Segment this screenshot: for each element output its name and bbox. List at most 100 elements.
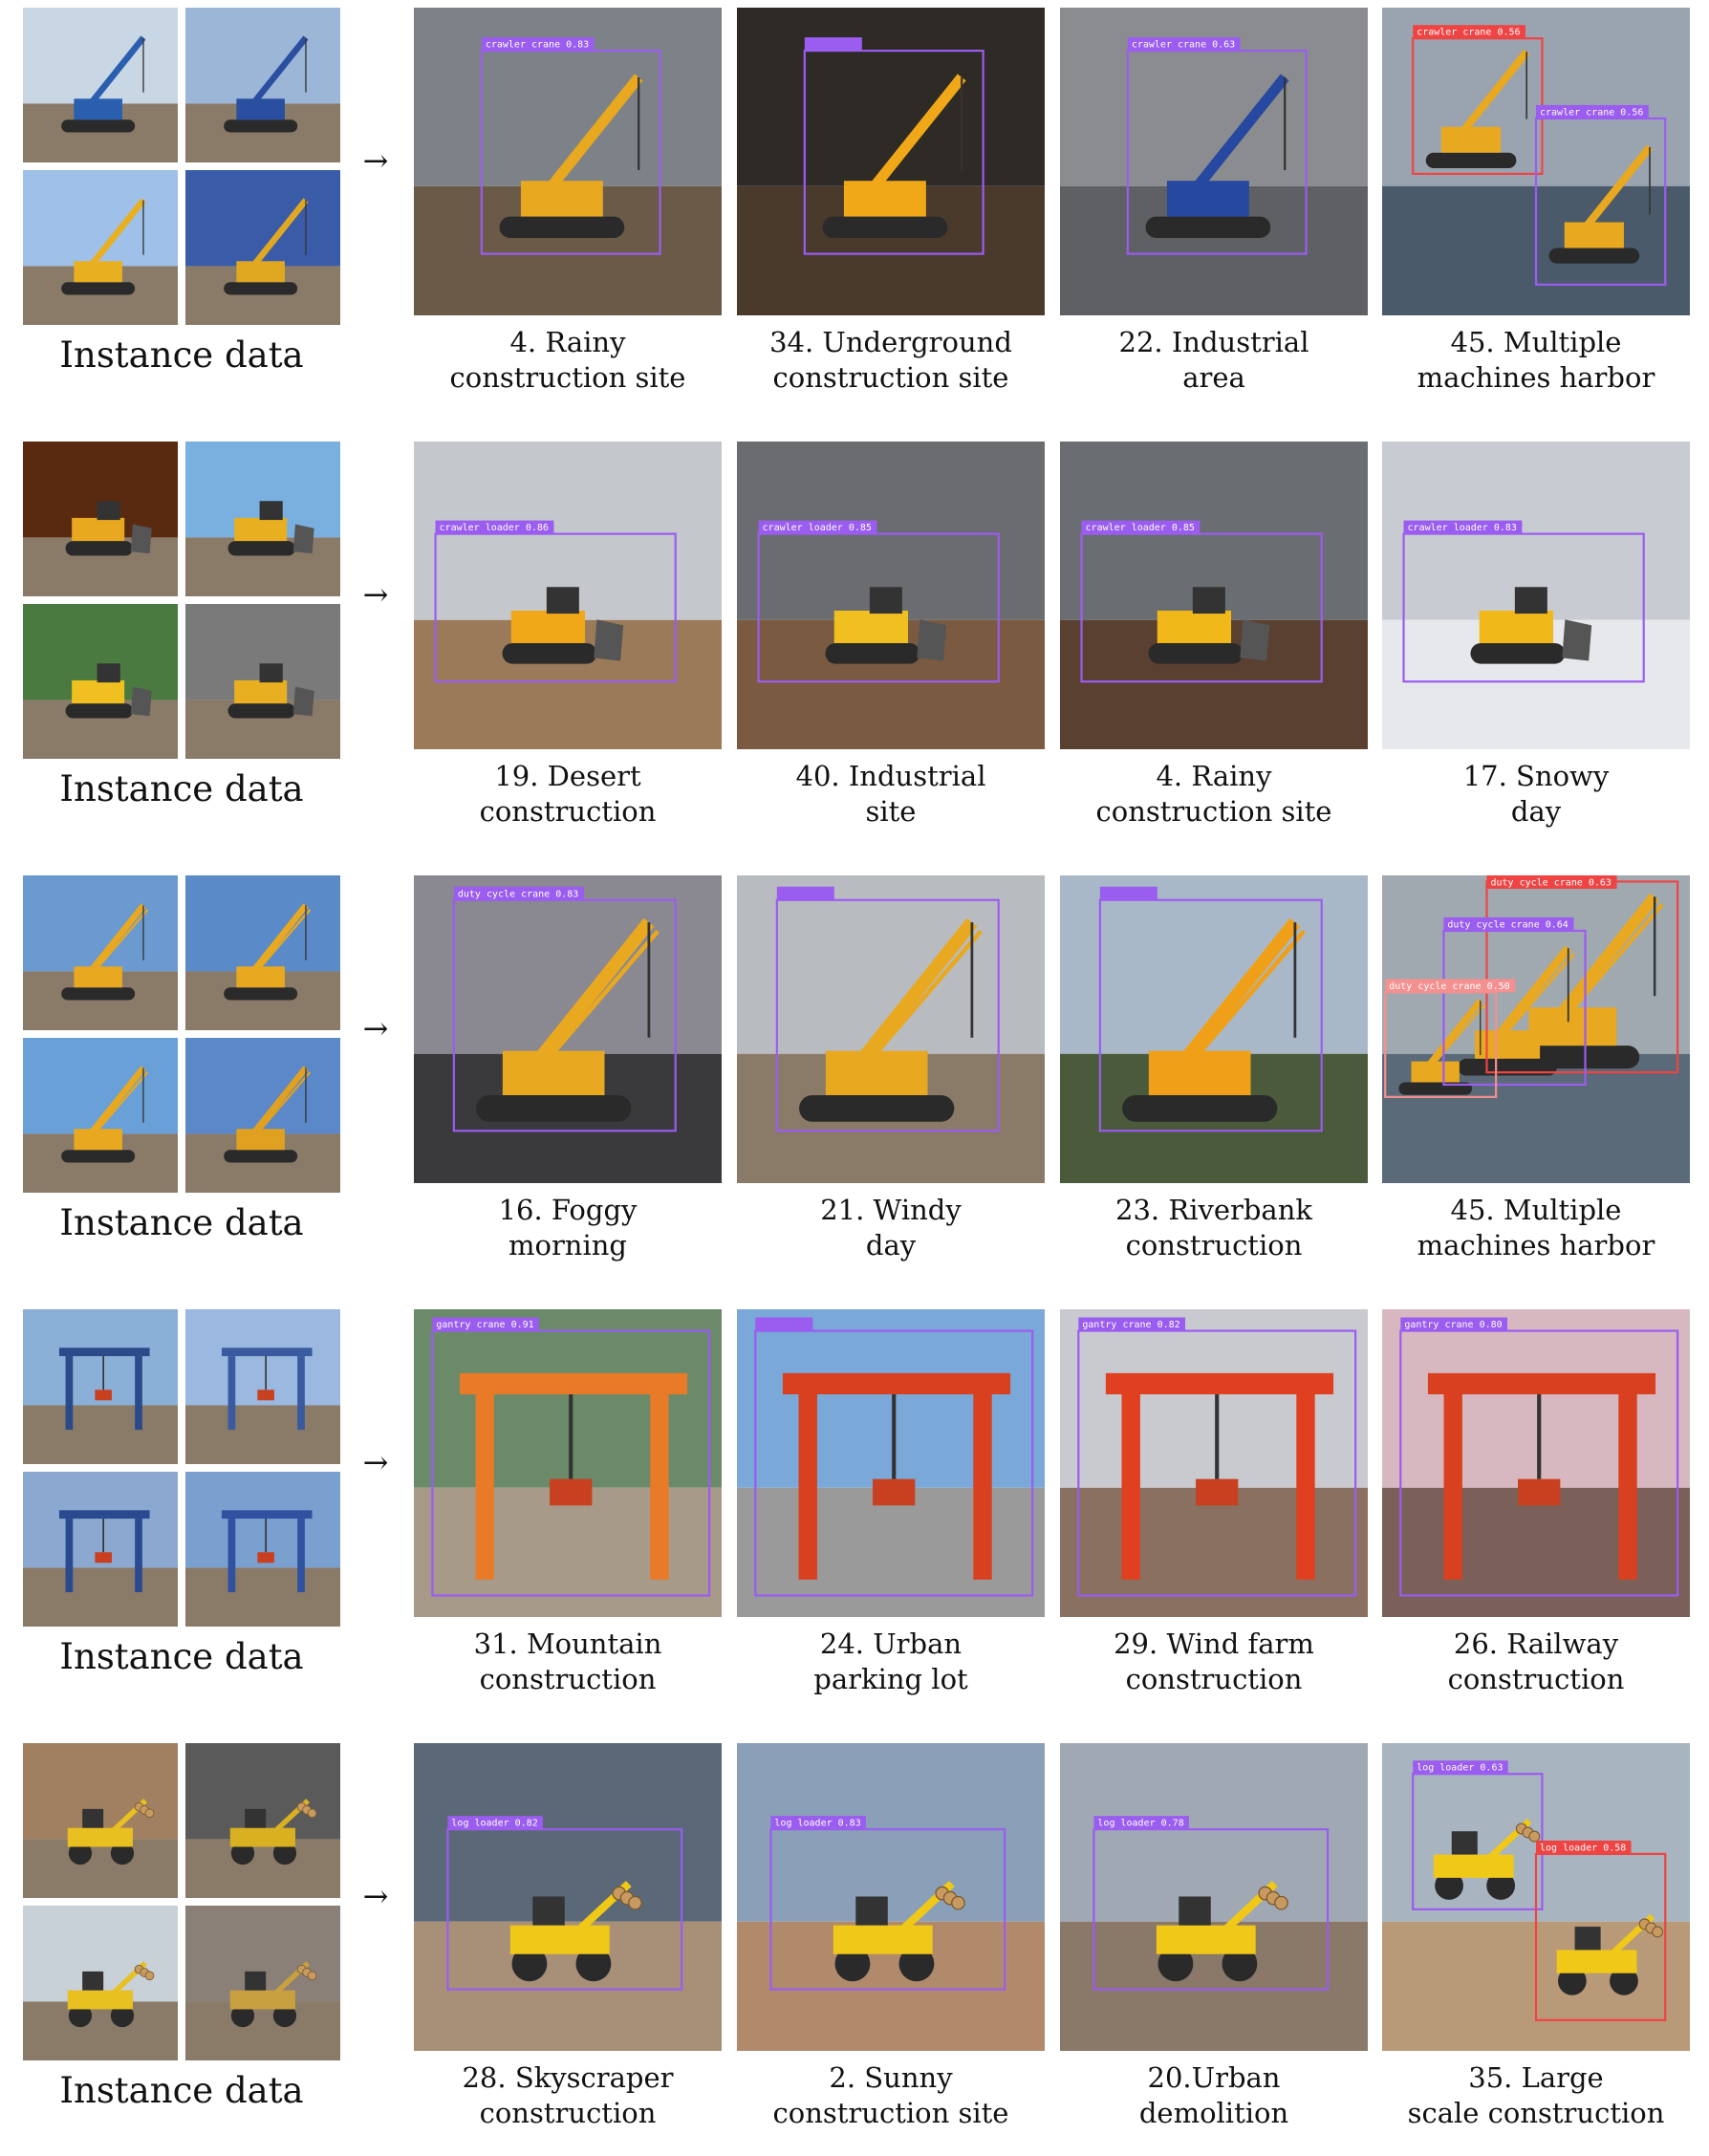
scene-caption-line: machines harbor bbox=[1417, 1229, 1655, 1261]
loader-cab-shape bbox=[82, 1971, 104, 1991]
sky-shape bbox=[737, 1743, 1045, 1922]
detection-label: crawler loader 0.85 bbox=[763, 523, 872, 533]
arrow-icon: → bbox=[362, 576, 389, 613]
scene-caption: 31. Mountain construction bbox=[414, 1627, 722, 1697]
scene-caption: 40. Industrial site bbox=[737, 759, 1045, 830]
loader-cab-shape bbox=[869, 587, 902, 614]
crawler-track-shape bbox=[61, 119, 136, 133]
sky-shape bbox=[1382, 1309, 1690, 1488]
detection-label: gantry crane 0.82 bbox=[1082, 1320, 1179, 1330]
loader-cab-shape bbox=[259, 501, 283, 521]
detection-label-bg bbox=[1099, 886, 1157, 900]
ground-shape bbox=[1060, 1487, 1368, 1617]
log-shape bbox=[628, 1895, 642, 1910]
generated-image: log loader 0.63 log loader 0.58 bbox=[1382, 1743, 1690, 2051]
scene-caption: 24. Urban parking lot bbox=[737, 1627, 1045, 1697]
crawler-track-shape bbox=[227, 541, 295, 556]
gantry-beam-shape bbox=[1105, 1372, 1334, 1395]
ground-shape bbox=[23, 2001, 178, 2060]
scene-caption-line: 24. Urban bbox=[819, 1628, 963, 1660]
generated-image: gantry crane 0.91 bbox=[414, 1309, 722, 1617]
sky-shape bbox=[414, 1743, 722, 1922]
log-shape bbox=[307, 1971, 317, 1981]
gantry-leg-shape bbox=[135, 1519, 142, 1593]
gantry-beam-shape bbox=[221, 1348, 313, 1357]
figure-row: Instance data → crawler loader 0.86 craw… bbox=[0, 434, 1709, 854]
loader-body-shape bbox=[1157, 610, 1232, 643]
loader-body-shape bbox=[1433, 1854, 1514, 1878]
scene-caption-line: demolition bbox=[1138, 2097, 1289, 2129]
crane-body-shape bbox=[520, 181, 603, 217]
detection-label: crawler crane 0.56 bbox=[1540, 107, 1643, 118]
detection-label: log loader 0.82 bbox=[451, 1819, 537, 1829]
scene-caption-line: 28. Skyscraper bbox=[462, 2061, 674, 2094]
arrow-icon: → bbox=[362, 1010, 389, 1046]
crawler-track-shape bbox=[61, 282, 136, 295]
sky-shape bbox=[1060, 1743, 1368, 1922]
crane-body-shape bbox=[74, 261, 122, 283]
scene-caption-line: 23. Riverbank bbox=[1115, 1194, 1312, 1226]
detection-label: log loader 0.78 bbox=[1097, 1819, 1183, 1829]
figure-row: Instance data → crawler crane 0.83 crawl… bbox=[0, 0, 1709, 420]
scene-caption: 4. Rainy construction site bbox=[1060, 759, 1368, 830]
generated-image bbox=[737, 1309, 1045, 1617]
instance-image bbox=[23, 442, 178, 596]
scene-caption-line: construction site bbox=[1095, 795, 1332, 828]
gantry-leg-shape bbox=[227, 1356, 236, 1431]
scene-caption: 22. Industrial area bbox=[1060, 325, 1368, 396]
instance-image bbox=[23, 1309, 178, 1464]
instance-image bbox=[23, 170, 178, 325]
instance-data-caption: Instance data bbox=[59, 2070, 304, 2111]
loader-cab-shape bbox=[1192, 587, 1225, 614]
generated-image: crawler loader 0.85 bbox=[737, 442, 1045, 749]
scene-caption-line: 35. Large bbox=[1468, 2061, 1604, 2094]
scene-caption: 23. Riverbank construction bbox=[1060, 1193, 1368, 1263]
detection-label-bg bbox=[776, 886, 834, 900]
crane-body-shape bbox=[74, 966, 122, 988]
log-shape bbox=[144, 1971, 155, 1981]
detection-label: gantry crane 0.91 bbox=[436, 1320, 533, 1330]
loader-cab-shape bbox=[1451, 1831, 1478, 1855]
crawler-track-shape bbox=[1122, 1094, 1278, 1122]
loader-cab-shape bbox=[82, 1808, 104, 1828]
instance-data-caption: Instance data bbox=[59, 1202, 304, 1243]
crawler-track-shape bbox=[499, 216, 625, 238]
instance-image bbox=[23, 8, 178, 162]
gantry-leg-shape bbox=[65, 1519, 74, 1593]
loader-body-shape bbox=[510, 610, 586, 643]
detection-label: log loader 0.63 bbox=[1417, 1763, 1503, 1774]
loader-body-shape bbox=[1556, 1950, 1637, 1973]
loader-body-shape bbox=[67, 1827, 133, 1847]
crane-body-shape bbox=[74, 1129, 122, 1151]
scene-caption-line: 40. Industrial bbox=[795, 760, 986, 792]
instance-grid bbox=[23, 1743, 340, 2060]
loader-body-shape bbox=[234, 517, 288, 542]
figure-row: Instance data → log loader 0.82 log load… bbox=[0, 1736, 1709, 2156]
instance-data-caption: Instance data bbox=[59, 1636, 304, 1677]
detection-label: crawler loader 0.83 bbox=[1408, 523, 1517, 533]
gantry-leg-shape bbox=[65, 1356, 74, 1431]
arrow-icon: → bbox=[362, 1878, 389, 1914]
scene-caption: 34. Underground construction site bbox=[737, 325, 1045, 396]
gantry-leg-shape bbox=[227, 1519, 236, 1593]
detection-label: log loader 0.83 bbox=[774, 1819, 860, 1829]
loader-bucket-shape bbox=[292, 524, 314, 554]
gantry-leg-shape bbox=[1443, 1394, 1462, 1580]
gantry-load-shape bbox=[1518, 1478, 1561, 1506]
instance-image bbox=[185, 604, 340, 759]
gantry-leg-shape bbox=[297, 1356, 305, 1431]
loader-body-shape bbox=[229, 1990, 295, 2010]
crane-body-shape bbox=[1411, 1061, 1460, 1083]
instance-image bbox=[23, 604, 178, 759]
detection-label: duty cycle crane 0.63 bbox=[1490, 878, 1611, 889]
scene-caption-line: 45. Multiple bbox=[1450, 1194, 1622, 1226]
ground-shape bbox=[737, 1487, 1045, 1617]
detection-label: crawler crane 0.56 bbox=[1417, 28, 1520, 38]
instance-grid bbox=[23, 8, 340, 325]
scene-caption-line: area bbox=[1182, 361, 1245, 394]
crane-body-shape bbox=[236, 98, 285, 120]
ground-shape bbox=[23, 1405, 178, 1464]
loader-body-shape bbox=[234, 679, 288, 704]
arrow-icon: → bbox=[362, 1444, 389, 1480]
log-shape bbox=[1528, 1830, 1541, 1843]
